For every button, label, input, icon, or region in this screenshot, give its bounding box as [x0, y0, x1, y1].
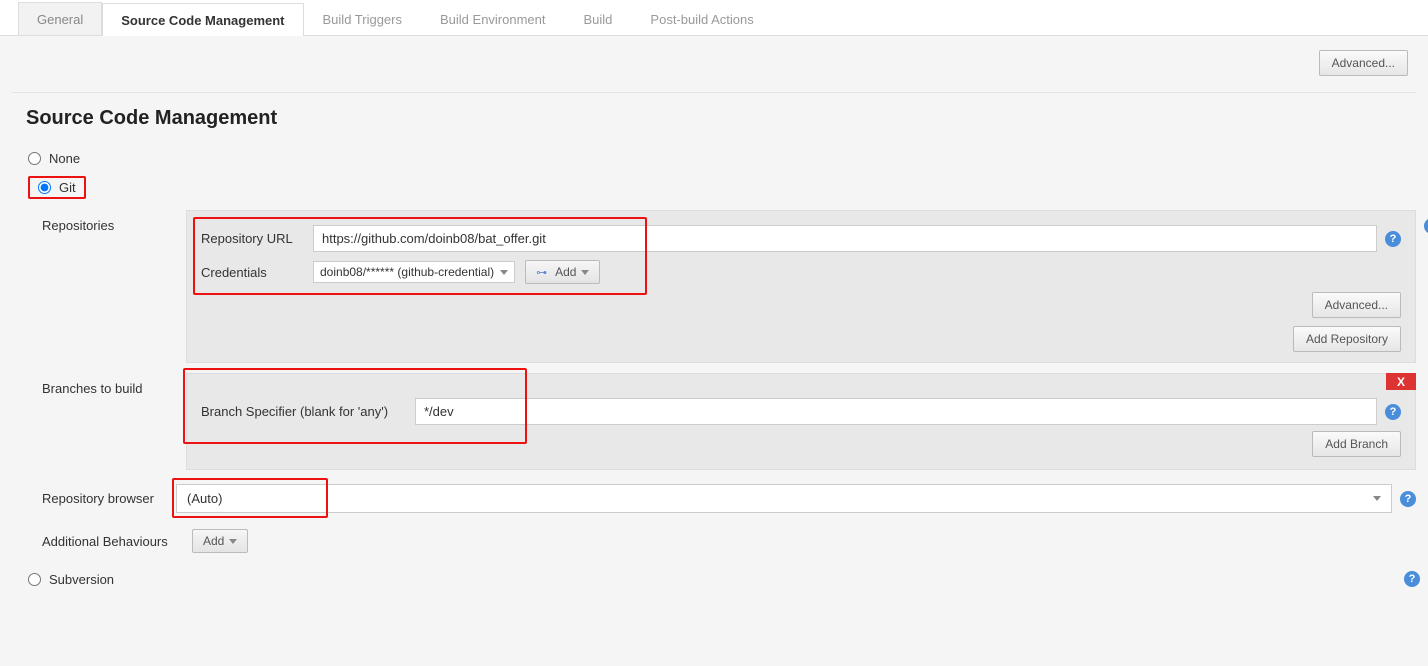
git-config-block: Repositories Repository URL ? Credential…: [42, 210, 1416, 553]
branches-panel: X Branch Specifier (blank for 'any') ? A…: [186, 373, 1416, 470]
radio-none-label: None: [49, 151, 80, 166]
repo-url-row: Repository URL ?: [201, 225, 1401, 252]
repo-advanced-button[interactable]: Advanced...: [1312, 292, 1401, 318]
additional-behaviours-add-label: Add: [203, 534, 224, 548]
branch-specifier-input[interactable]: [415, 398, 1377, 425]
scm-option-git-highlight: Git: [28, 176, 86, 199]
credentials-add-button[interactable]: ⊶ Add: [525, 260, 600, 284]
scm-option-subversion-wrap: Subversion ?: [28, 567, 1416, 592]
repo-panel-actions: Advanced... Add Repository: [201, 292, 1401, 352]
divider: [12, 92, 1416, 93]
config-tabs: General Source Code Management Build Tri…: [0, 0, 1428, 36]
tab-build-environment[interactable]: Build Environment: [421, 2, 565, 35]
page-body: Advanced... Source Code Management None …: [0, 36, 1428, 592]
help-icon[interactable]: ?: [1404, 571, 1420, 587]
repositories-label: Repositories: [42, 210, 186, 233]
pre-section: Advanced...: [12, 36, 1416, 92]
branch-panel-actions: Add Branch: [201, 431, 1401, 457]
radio-subversion-label: Subversion: [49, 572, 114, 587]
branch-specifier-row: Branch Specifier (blank for 'any') ?: [201, 398, 1401, 425]
scm-option-subversion[interactable]: Subversion: [28, 567, 1416, 592]
tab-general[interactable]: General: [18, 2, 102, 35]
repo-browser-select[interactable]: (Auto): [176, 484, 1392, 513]
chevron-down-icon: [1373, 496, 1381, 501]
repo-url-label: Repository URL: [201, 231, 313, 246]
repositories-panel: Repository URL ? Credentials doinb08/***…: [186, 210, 1416, 363]
tab-scm[interactable]: Source Code Management: [102, 3, 303, 36]
credentials-select[interactable]: doinb08/****** (github-credential): [313, 261, 515, 283]
repo-browser-label: Repository browser: [42, 491, 176, 506]
branch-specifier-label: Branch Specifier (blank for 'any'): [201, 404, 415, 419]
tab-post-build[interactable]: Post-build Actions: [631, 2, 772, 35]
chevron-down-icon: [229, 539, 237, 544]
additional-behaviours-row: Additional Behaviours Add: [42, 529, 1416, 553]
section-title-scm: Source Code Management: [26, 107, 1416, 130]
radio-git-label: Git: [59, 180, 76, 195]
help-icon[interactable]: ?: [1424, 218, 1428, 234]
credentials-label: Credentials: [201, 265, 313, 280]
advanced-top-button[interactable]: Advanced...: [1319, 50, 1408, 76]
radio-none[interactable]: [28, 152, 41, 165]
help-icon[interactable]: ?: [1385, 404, 1401, 420]
add-repository-button[interactable]: Add Repository: [1293, 326, 1401, 352]
key-icon: ⊶: [536, 266, 547, 279]
branches-row: Branches to build X Branch Specifier (bl…: [42, 373, 1416, 470]
chevron-down-icon: [500, 270, 508, 275]
tab-build[interactable]: Build: [565, 2, 632, 35]
credentials-value: doinb08/****** (github-credential): [320, 265, 494, 279]
tab-build-triggers[interactable]: Build Triggers: [304, 2, 421, 35]
add-branch-button[interactable]: Add Branch: [1312, 431, 1401, 457]
radio-git[interactable]: [38, 181, 51, 194]
branches-label: Branches to build: [42, 373, 186, 396]
repo-url-input[interactable]: [313, 225, 1377, 252]
scm-radio-group: None Git: [28, 146, 1416, 204]
radio-subversion[interactable]: [28, 573, 41, 586]
credentials-add-label: Add: [555, 265, 576, 279]
additional-behaviours-add-button[interactable]: Add: [192, 529, 248, 553]
repositories-row: Repositories Repository URL ? Credential…: [42, 210, 1416, 363]
scm-option-none[interactable]: None: [28, 146, 1416, 171]
chevron-down-icon: [581, 270, 589, 275]
help-icon[interactable]: ?: [1400, 491, 1416, 507]
delete-branch-button[interactable]: X: [1386, 373, 1416, 390]
credentials-row: Credentials doinb08/****** (github-crede…: [201, 260, 1401, 284]
repo-browser-value: (Auto): [187, 491, 222, 506]
repo-browser-row: Repository browser (Auto) ?: [42, 484, 1416, 513]
additional-behaviours-label: Additional Behaviours: [42, 534, 192, 549]
help-icon[interactable]: ?: [1385, 231, 1401, 247]
